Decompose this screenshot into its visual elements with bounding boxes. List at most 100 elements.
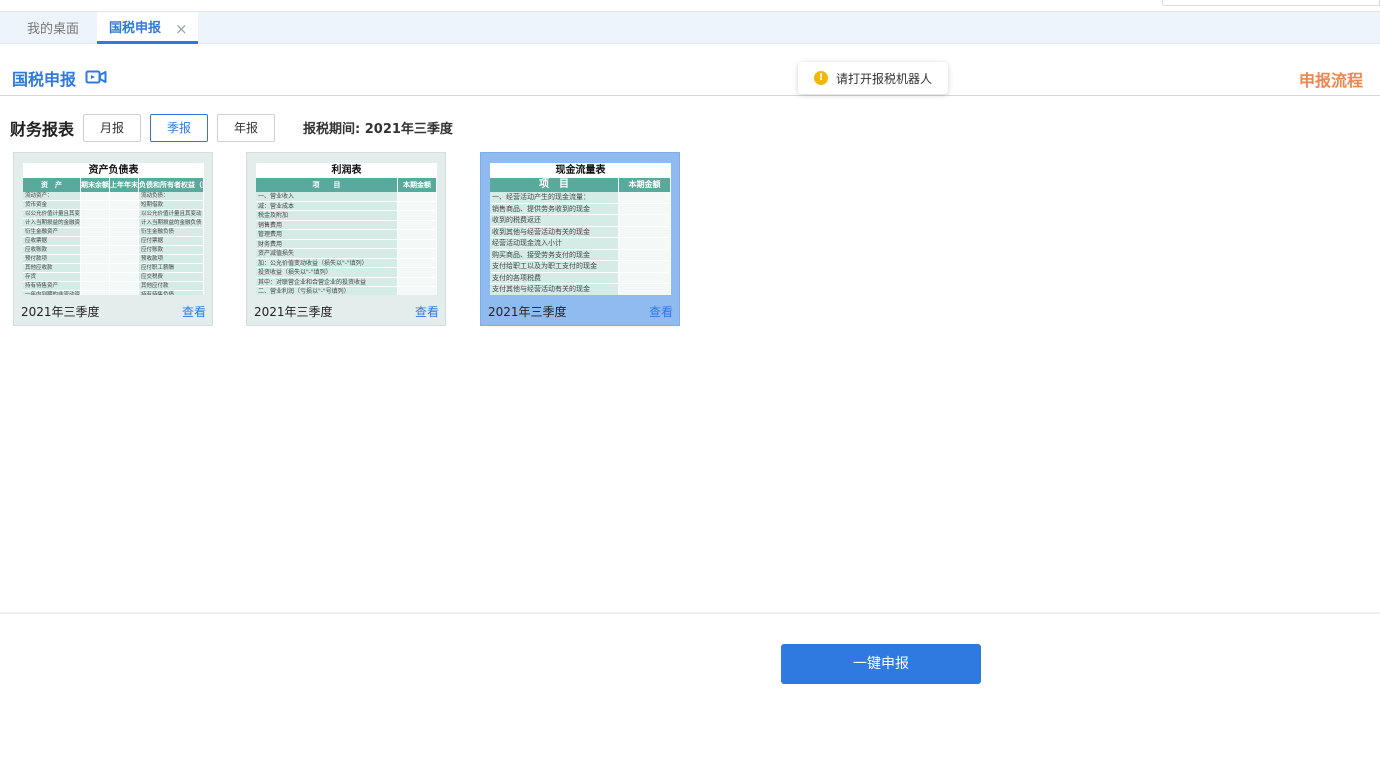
table-cell: 购买商品、接受劳务支付的现金 (490, 249, 619, 260)
monthly-report-button[interactable]: 月报 (83, 114, 141, 142)
table-cell: 短期借款 (139, 201, 204, 209)
table-cell (398, 249, 437, 258)
table-row: 减：营业成本 (256, 201, 437, 211)
table-row: 投资收益（损失以"-"填列） (256, 268, 437, 278)
view-link[interactable]: 查看 (649, 303, 673, 320)
table-cell: 支付给职工以及为职工支付的现金 (490, 261, 619, 272)
table-row: 销售费用 (256, 220, 437, 230)
thumbnail-column-header: 本期金额 (398, 178, 437, 192)
table-cell (81, 192, 110, 200)
table-row: 持有待售资产 其他应付款 (23, 282, 204, 291)
table-cell: 计入当期损益的金融资产 (23, 219, 81, 227)
table-cell (619, 226, 671, 237)
table-cell: 支付其他与经营活动有关的现金 (490, 284, 619, 295)
table-cell (81, 228, 110, 236)
page-header: 国税申报 申报流程 (0, 45, 1380, 96)
table-row: 一年内到期的非流动资产 持有待售负债 (23, 291, 204, 295)
table-cell: 持有待售资产 (23, 282, 81, 290)
video-camera-icon[interactable] (85, 69, 107, 85)
tab-desktop[interactable]: 我的桌面 (27, 12, 79, 44)
cash-flow-statement-card[interactable]: 现金流量表 项 目 本期金额 一、经营活动产生的现金流量： 销售商品、提供劳务收到… (480, 152, 680, 326)
table-cell (110, 228, 139, 236)
view-link[interactable]: 查看 (182, 303, 206, 320)
table-cell: 应付票据 (139, 237, 204, 245)
table-cell: 收到其他与经营活动有关的现金 (490, 226, 619, 237)
table-cell: 持有待售负债 (139, 291, 204, 295)
table-cell (81, 282, 110, 290)
thumbnail-title: 资产负债表 (88, 165, 139, 176)
tab-close-icon[interactable]: × (175, 12, 188, 46)
financial-reports-title: 财务报表 (10, 120, 75, 139)
table-cell: 以公允价值计量且其变动 (139, 210, 204, 218)
table-cell: 衍生金融资产 (23, 228, 81, 236)
table-cell: 销售费用 (256, 220, 398, 229)
table-cell (398, 211, 437, 220)
table-row: 以公允价值计量且其变动 以公允价值计量且其变动 (23, 210, 204, 219)
quarterly-report-button[interactable]: 季报 (150, 114, 208, 142)
thumbnail-column-header: 资 产 (23, 178, 81, 192)
yearly-report-button[interactable]: 年报 (217, 114, 275, 142)
table-cell: 货币资金 (23, 201, 81, 209)
page-title: 国税申报 (12, 70, 77, 89)
table-cell (398, 277, 437, 286)
toast-message: 请打开报税机器人 (836, 72, 933, 86)
table-cell (110, 237, 139, 245)
table-cell (398, 192, 437, 201)
filing-process-link[interactable]: 申报流程 (1299, 67, 1363, 91)
table-row: 衍生金融资产 衍生金融负债 (23, 228, 204, 237)
thumbnail-column-header: 项 目 (256, 178, 398, 192)
table-cell (619, 272, 671, 283)
table-cell: 经营活动现金流入小计 (490, 238, 619, 249)
thumbnail-column-header: 期末余额 (81, 178, 110, 192)
table-cell: 一年内到期的非流动资产 (23, 291, 81, 295)
table-cell: 衍生金融负债 (139, 228, 204, 236)
balance-sheet-thumbnail: 资产负债表 资 产 期末余额 上年年末余额 负债和所有者权益（或股东权益） 流动… (23, 163, 204, 295)
top-search-box-edge[interactable] (1162, 0, 1380, 6)
table-cell: 以公允价值计量且其变动 (23, 210, 81, 218)
table-cell: 支付的各项税费 (490, 272, 619, 283)
thumbnail-column-header: 上年年末余额 (110, 178, 139, 192)
cash-flow-thumbnail: 现金流量表 项 目 本期金额 一、经营活动产生的现金流量： 销售商品、提供劳务收到… (490, 163, 671, 295)
table-cell (81, 237, 110, 245)
table-cell (110, 246, 139, 254)
table-cell (81, 201, 110, 209)
thumbnail-column-header: 本期金额 (619, 178, 671, 192)
table-cell (619, 238, 671, 249)
tab-national-tax-label: 国税申报 (109, 21, 162, 36)
table-cell (619, 192, 671, 203)
thumbnail-title: 现金流量表 (555, 165, 606, 176)
card-period: 2021年三季度 (254, 305, 333, 319)
one-click-file-button[interactable]: 一键申报 (781, 644, 981, 684)
table-cell: 一、营业收入 (256, 192, 398, 201)
table-row: 支付其他与经营活动有关的现金 (490, 284, 671, 295)
table-cell (110, 264, 139, 272)
table-row: 管理费用 (256, 230, 437, 240)
income-statement-card[interactable]: 利润表 项 目 本期金额 一、营业收入 减：营业成本 税金及附加 销售费用 管理费用 财务… (246, 152, 446, 326)
table-cell (110, 201, 139, 209)
thumbnail-column-header: 负债和所有者权益（或股东权益） (139, 178, 204, 192)
table-cell: 税金及附加 (256, 211, 398, 220)
table-cell: 其中：对联营企业和合营企业的投资收益 (256, 277, 398, 286)
table-cell (81, 246, 110, 254)
table-cell (81, 273, 110, 281)
thumbnail-column-header: 项 目 (490, 178, 619, 192)
thumbnail-header-row: 项 目 本期金额 (256, 178, 437, 192)
table-cell: 加：公允价值变动收益（损失以"-"填列） (256, 258, 398, 267)
table-cell (81, 219, 110, 227)
table-cell: 减：营业成本 (256, 201, 398, 210)
tax-period-label: 报税期间: 2021年三季度 (303, 122, 453, 137)
table-cell (81, 291, 110, 295)
table-row: 流动资产： 流动负债： (23, 192, 204, 201)
table-cell (110, 291, 139, 295)
table-cell: 收到的税费返还 (490, 215, 619, 226)
tab-bar: 我的桌面 国税申报 × (0, 12, 1380, 44)
table-cell: 计入当期损益的金融负债 (139, 219, 204, 227)
table-row: 财务费用 (256, 239, 437, 249)
table-row: 货币资金 短期借款 (23, 201, 204, 210)
table-cell: 销售商品、提供劳务收到的现金 (490, 203, 619, 214)
table-cell: 一、经营活动产生的现金流量： (490, 192, 619, 203)
balance-sheet-card[interactable]: 资产负债表 资 产 期末余额 上年年末余额 负债和所有者权益（或股东权益） 流动… (13, 152, 213, 326)
table-cell (110, 282, 139, 290)
table-cell (398, 220, 437, 229)
view-link[interactable]: 查看 (415, 303, 439, 320)
